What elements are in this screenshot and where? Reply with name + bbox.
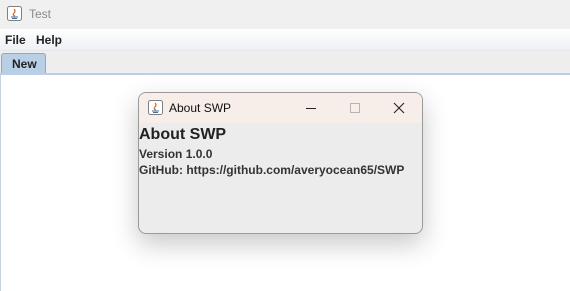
tab-label: New [12,57,37,71]
window-titlebar: Test [0,0,570,29]
about-dialog: About SWP About SWP Version 1.0.0 GitHub… [138,92,423,234]
menu-file[interactable]: File [5,33,26,47]
minimize-button[interactable] [289,93,333,123]
close-icon [393,102,405,114]
dialog-titlebar: About SWP [139,93,422,123]
version-text: Version 1.0.0 [139,147,213,161]
tab-new[interactable]: New [1,53,46,73]
close-button[interactable] [377,93,421,123]
menu-help[interactable]: Help [36,33,62,47]
github-text: GitHub: https://github.com/averyocean65/… [139,163,405,177]
dialog-title: About SWP [169,101,232,115]
minimize-icon [306,108,316,109]
window-title: Test [29,7,52,21]
menubar: File Help [0,29,570,51]
tab-strip: New [0,51,570,75]
java-app-icon [7,6,22,21]
maximize-icon [350,103,360,113]
dialog-heading: About SWP [139,126,227,143]
java-app-icon [148,100,163,115]
maximize-button[interactable] [333,93,377,123]
